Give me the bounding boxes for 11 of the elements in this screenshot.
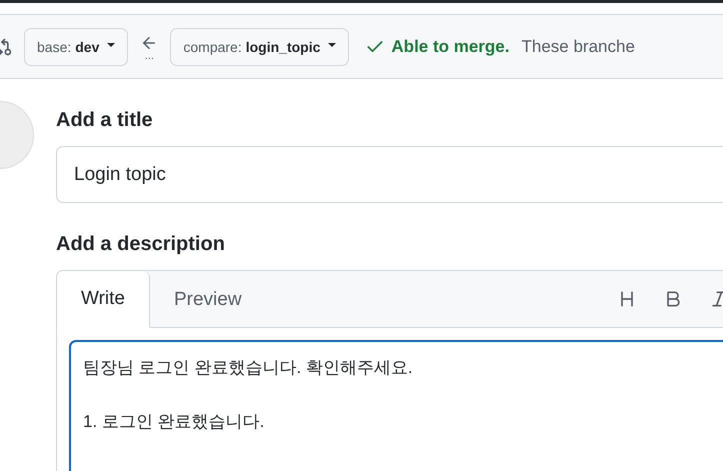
editor-tab[interactable]: Preview — [150, 271, 267, 328]
merge-status-text: These branche — [522, 36, 635, 56]
ellipsis-text: ... — [144, 52, 154, 60]
description-label: Add a description — [56, 233, 226, 256]
merge-status-title: Able to merge. — [391, 36, 510, 56]
description-input[interactable]: 팀장님 로그인 완료했습니다. 확인해주세요. 1. 로그인 완료했습니다. — [69, 340, 723, 471]
editor-tab[interactable]: Write — [57, 271, 150, 328]
title-label: Add a title — [56, 109, 154, 132]
base-branch-button[interactable]: base: dev — [24, 28, 128, 66]
compare-branch-button[interactable]: compare: login_topic — [170, 28, 350, 66]
title-input[interactable]: Login topic — [56, 146, 723, 203]
